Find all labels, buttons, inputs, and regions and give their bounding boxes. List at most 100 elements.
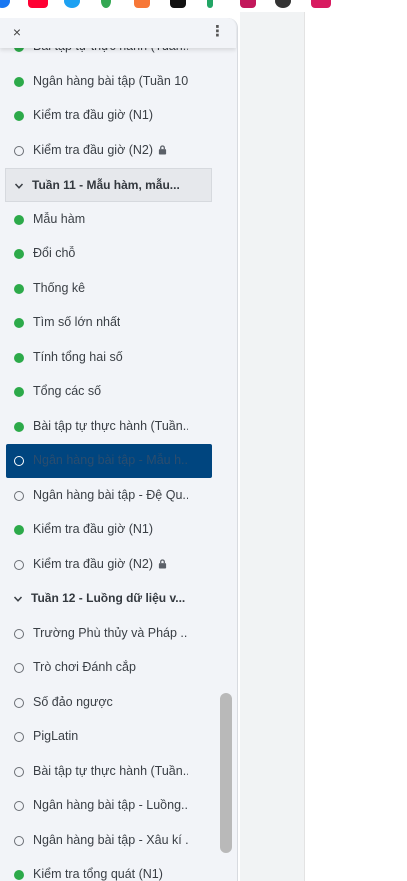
section-title: Tuần 11 - Mẫu hàm, mẫu... xyxy=(32,178,180,192)
bookmark-icon-edge[interactable] xyxy=(64,0,80,8)
outline-item-text: Bài tập tự thực hành (Tuần... xyxy=(33,418,188,433)
close-icon[interactable]: × xyxy=(9,24,25,40)
main-content xyxy=(304,12,407,881)
incomplete-circle-icon xyxy=(14,801,24,811)
completed-dot-icon xyxy=(14,421,24,432)
outline-item[interactable]: Mẫu hàm xyxy=(0,203,220,237)
bookmark-icon-facebook[interactable] xyxy=(0,0,10,8)
incomplete-circle-icon xyxy=(14,835,24,846)
outline-item-text: Mẫu hàm xyxy=(33,211,86,226)
outline-item[interactable]: Kiểm tra tổng quát (N1) xyxy=(0,858,220,881)
incomplete-circle-icon xyxy=(14,559,24,570)
outline-item[interactable]: Ngân hàng bài tập - Luồng... xyxy=(0,789,220,823)
outline-item-text: Tìm số lớn nhất xyxy=(33,315,121,329)
lock-icon xyxy=(158,558,167,568)
bookmark-icon-app-2[interactable] xyxy=(311,0,331,8)
outline-item[interactable]: PigLatin xyxy=(0,720,220,754)
sidebar-gutter xyxy=(240,12,304,881)
outline-item[interactable]: Kiểm tra đầu giờ (N2) xyxy=(0,134,220,168)
outline-item[interactable]: Tính tổng hai số xyxy=(0,341,220,375)
outline-item-label: Bài tập tự thực hành (Tuần... xyxy=(33,419,188,433)
bookmark-icon-sheets[interactable] xyxy=(207,0,213,8)
outline-item-label: Kiểm tra tổng quát (N1) xyxy=(33,867,163,881)
completed-dot-icon xyxy=(14,525,24,535)
outline-item-text: Ngân hàng bài tập (Tuần 10) xyxy=(33,73,188,88)
outline-item-label: Tìm số lớn nhất xyxy=(33,315,120,329)
bookmark-icon-threads[interactable] xyxy=(275,0,291,8)
outline-item-text: PigLatin xyxy=(33,729,79,743)
outline-item[interactable]: Ngân hàng bài tập - Xâu kí ... xyxy=(0,824,220,858)
outline-item[interactable]: Tổng các số xyxy=(0,375,220,409)
bookmark-icon-app[interactable] xyxy=(240,0,256,8)
outline-item[interactable]: Số đảo ngược xyxy=(0,686,220,720)
outline-item[interactable]: Ngân hàng bài tập - Đệ Qu... xyxy=(0,479,220,513)
outline-item-text: Trường Phù thủy và Pháp ... xyxy=(33,625,188,640)
more-options-icon[interactable]: ⋮ xyxy=(210,24,225,40)
completed-dot-icon xyxy=(14,214,24,225)
outline-item-label: Tính tổng hai số xyxy=(33,350,123,364)
outline-item[interactable]: Kiểm tra đầu giờ (N1) xyxy=(0,513,220,547)
outline-item[interactable]: Bài tập tự thực hành (Tuần... xyxy=(0,410,220,444)
outline-item-text: Ngân hàng bài tập - Xâu kí ... xyxy=(33,832,188,847)
section-header[interactable]: Tuần 11 - Mẫu hàm, mẫu... xyxy=(5,168,212,202)
outline-item[interactable]: Đổi chỗ xyxy=(0,237,220,271)
outline-item[interactable]: Thống kê xyxy=(0,272,220,306)
outline-item-text: Ngân hàng bài tập - Luồng... xyxy=(33,798,188,812)
bookmark-icon-youtube[interactable] xyxy=(28,0,48,8)
section-header[interactable]: Tuần 12 - Luồng dữ liệu v... xyxy=(5,582,212,616)
outline-item[interactable]: Ngân hàng bài tập (Tuần 10) xyxy=(0,65,220,99)
completed-dot-icon xyxy=(14,111,24,121)
completed-dot-icon xyxy=(14,318,24,328)
outline-item-label: Mẫu hàm xyxy=(33,212,85,226)
incomplete-circle-icon xyxy=(14,663,24,673)
outline-item-text: Kiểm tra đầu giờ (N2) xyxy=(33,556,154,571)
incomplete-circle-icon xyxy=(14,145,24,156)
outline-item-text: Kiểm tra đầu giờ (N1) xyxy=(33,108,154,122)
outline-item[interactable]: Bài tập tự thực hành (Tuần... xyxy=(0,755,220,789)
incomplete-circle-icon xyxy=(14,628,24,639)
bookmark-icon-maps[interactable] xyxy=(101,0,111,8)
section-title: Tuần 12 - Luồng dữ liệu v... xyxy=(31,591,186,605)
outline-item-text: Số đảo ngược xyxy=(33,694,113,709)
outline-item-label: Kiểm tra đầu giờ (N2) xyxy=(33,557,167,571)
incomplete-circle-icon xyxy=(14,732,24,742)
outline-item[interactable]: Trò chơi Đánh cắp xyxy=(0,651,220,685)
incomplete-circle-icon xyxy=(14,490,24,501)
outline-item-label: Ngân hàng bài tập - Đệ Qu... xyxy=(33,488,188,502)
outline-item-label: Số đảo ngược xyxy=(33,695,113,709)
outline-item-label: Trường Phù thủy và Pháp ... xyxy=(33,626,188,640)
outline-item-label: Ngân hàng bài tập - Xâu kí ... xyxy=(33,833,188,847)
outline-item-label: Thống kê xyxy=(33,281,85,295)
incomplete-circle-icon xyxy=(14,766,24,777)
outline-item-text: Bài tập tự thực hành (Tuần... xyxy=(33,763,188,778)
chevron-down-icon xyxy=(14,178,24,189)
outline-item-text: Tổng các số xyxy=(33,384,102,398)
completed-dot-icon xyxy=(14,283,24,294)
outline-item-label: Đổi chỗ xyxy=(33,246,75,260)
outline-item[interactable]: Kiểm tra đầu giờ (N2) xyxy=(0,548,220,582)
bookmark-icon-instagram[interactable] xyxy=(134,0,150,8)
outline-item-text: Tính tổng hai số xyxy=(33,349,123,364)
incomplete-circle-icon xyxy=(14,456,24,466)
outline-item-text: Ngân hàng bài tập - Đệ Qu... xyxy=(33,487,188,502)
outline-item-text: Kiểm tra đầu giờ (N1) xyxy=(33,522,154,536)
outline-item[interactable]: Tìm số lớn nhất xyxy=(0,306,220,340)
completed-dot-icon xyxy=(14,249,24,259)
outline-item-text: Kiểm tra tổng quát (N1) xyxy=(33,867,163,881)
completed-dot-icon xyxy=(14,76,24,87)
outline-item-text: Trò chơi Đánh cắp xyxy=(33,660,136,674)
panel-header: × ⋮ xyxy=(0,18,236,48)
course-outline-panel: × ⋮ Bài tập tự thực hành (Tuần... Ngân hà… xyxy=(0,18,238,881)
incomplete-circle-icon xyxy=(14,697,24,708)
outline-item-text: Đổi chỗ xyxy=(33,246,76,260)
scrollbar-thumb[interactable] xyxy=(220,693,232,853)
completed-dot-icon xyxy=(14,352,24,363)
outline-item-label: Tổng các số xyxy=(33,384,101,398)
outline-item-text: Thống kê xyxy=(33,280,86,295)
outline-item[interactable]: Trường Phù thủy và Pháp ... xyxy=(0,617,220,651)
bookmark-icon-tiktok[interactable] xyxy=(170,0,186,8)
outline-item[interactable]: Kiểm tra đầu giờ (N1) xyxy=(0,99,220,133)
completed-dot-icon xyxy=(14,870,24,880)
outline-item[interactable]: Ngân hàng bài tập - Mẫu h... xyxy=(6,444,212,478)
outline-item-label: Trò chơi Đánh cắp xyxy=(33,660,136,674)
